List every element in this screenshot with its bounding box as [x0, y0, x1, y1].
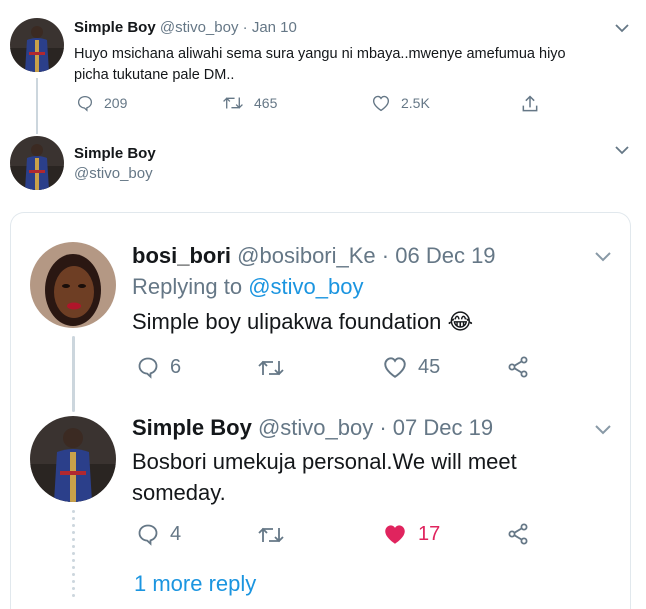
tweet-date[interactable]: Jan 10: [252, 19, 297, 36]
tweet-header: Simple Boy @stivo_boy · Jan 10: [74, 18, 297, 38]
author-name[interactable]: Simple Boy: [132, 415, 252, 440]
separator-dot: ·: [242, 19, 248, 36]
like-button[interactable]: 17: [382, 522, 440, 546]
retweet-button[interactable]: [256, 357, 286, 379]
share-icon: [508, 523, 528, 545]
retweet-button[interactable]: 465: [222, 94, 277, 112]
like-button[interactable]: 45: [382, 355, 440, 379]
reply-icon: [138, 357, 158, 379]
author-handle[interactable]: @stivo_boy: [258, 415, 373, 440]
author-handle[interactable]: @stivo_boy: [160, 19, 239, 36]
replying-to: Replying to @stivo_boy: [132, 273, 363, 301]
heart-icon: [384, 357, 406, 378]
thread-connector-line: [36, 78, 38, 134]
thread-dotted-line: [72, 510, 75, 601]
avatar-simple-boy[interactable]: [10, 18, 64, 72]
retweet-count: 465: [254, 95, 278, 111]
reply-text-line: Bosbori umekuja personal.We will meet: [132, 449, 517, 474]
reply-text-content: Simple boy ulipakwa foundation: [132, 309, 442, 334]
avatar-image: [10, 18, 64, 72]
chevron-down-icon[interactable]: [594, 423, 612, 436]
retweet-button[interactable]: [256, 524, 286, 546]
share-button[interactable]: [506, 522, 530, 546]
reply-button[interactable]: 209: [76, 94, 127, 112]
reply-count: 6: [170, 355, 182, 378]
chevron-down-icon[interactable]: [594, 250, 612, 263]
retweet-icon: [258, 360, 284, 376]
author-name[interactable]: bosi_bori: [132, 243, 231, 268]
thread-connector-line: [72, 336, 75, 412]
heart-filled-icon: [385, 525, 405, 544]
reply-button[interactable]: 4: [136, 522, 181, 546]
separator-dot: ·: [379, 415, 387, 440]
author-name[interactable]: Simple Boy: [74, 144, 156, 164]
share-icon: [522, 95, 538, 112]
reply-icon: [77, 95, 93, 112]
like-count: 2.5K: [401, 95, 430, 111]
tweet-date[interactable]: 07 Dec 19: [393, 415, 493, 440]
chevron-down-icon[interactable]: [614, 144, 630, 156]
share-button[interactable]: [506, 355, 530, 379]
retweet-icon: [258, 527, 284, 543]
like-count: 17: [418, 522, 441, 545]
reply-icon: [138, 524, 158, 546]
share-button[interactable]: [520, 94, 540, 114]
reply-header: Simple Boy @stivo_boy · 07 Dec 19: [132, 414, 493, 442]
avatar-image: [30, 242, 116, 328]
heart-icon: [372, 95, 390, 112]
replying-to-handle[interactable]: @stivo_boy: [248, 274, 363, 299]
avatar-simple-boy[interactable]: [10, 136, 64, 190]
reply-text-line: someday.: [132, 480, 226, 505]
separator-dot: ·: [381, 243, 390, 268]
avatar-bosi-bori[interactable]: [30, 242, 116, 328]
avatar-simple-boy[interactable]: [30, 416, 116, 502]
like-count: 45: [418, 355, 441, 378]
avatar-image: [30, 416, 116, 502]
tweet-text: Huyo msichana aliwahi sema sura yangu ni…: [74, 44, 566, 86]
author-name[interactable]: Simple Boy: [74, 19, 156, 36]
replying-to-label: Replying to: [132, 274, 243, 299]
reply-text: Simple boy ulipakwa foundation 😂: [132, 308, 473, 336]
more-replies-link[interactable]: 1 more reply: [134, 570, 256, 598]
tweet-date[interactable]: 06 Dec 19: [395, 243, 495, 268]
chevron-down-icon[interactable]: [614, 22, 630, 34]
reply-header: bosi_bori @bosibori_Ke · 06 Dec 19: [132, 242, 496, 270]
reply-count: 209: [104, 95, 128, 111]
reply-text: Bosbori umekuja personal.We will meet so…: [132, 446, 517, 508]
tears-of-joy-emoji: 😂: [447, 309, 474, 334]
reply-button[interactable]: 6: [136, 355, 181, 379]
tweet-text-line: picha tukutane pale DM..: [74, 67, 235, 83]
author-handle[interactable]: @bosibori_Ke: [237, 243, 376, 268]
avatar-image: [10, 136, 64, 190]
tweet-text-line: Huyo msichana aliwahi sema sura yangu ni…: [74, 46, 566, 62]
share-icon: [508, 356, 528, 378]
like-button[interactable]: 2.5K: [371, 94, 430, 112]
author-handle[interactable]: @stivo_boy: [74, 164, 153, 184]
reply-count: 4: [170, 522, 182, 545]
retweet-icon: [223, 97, 243, 109]
